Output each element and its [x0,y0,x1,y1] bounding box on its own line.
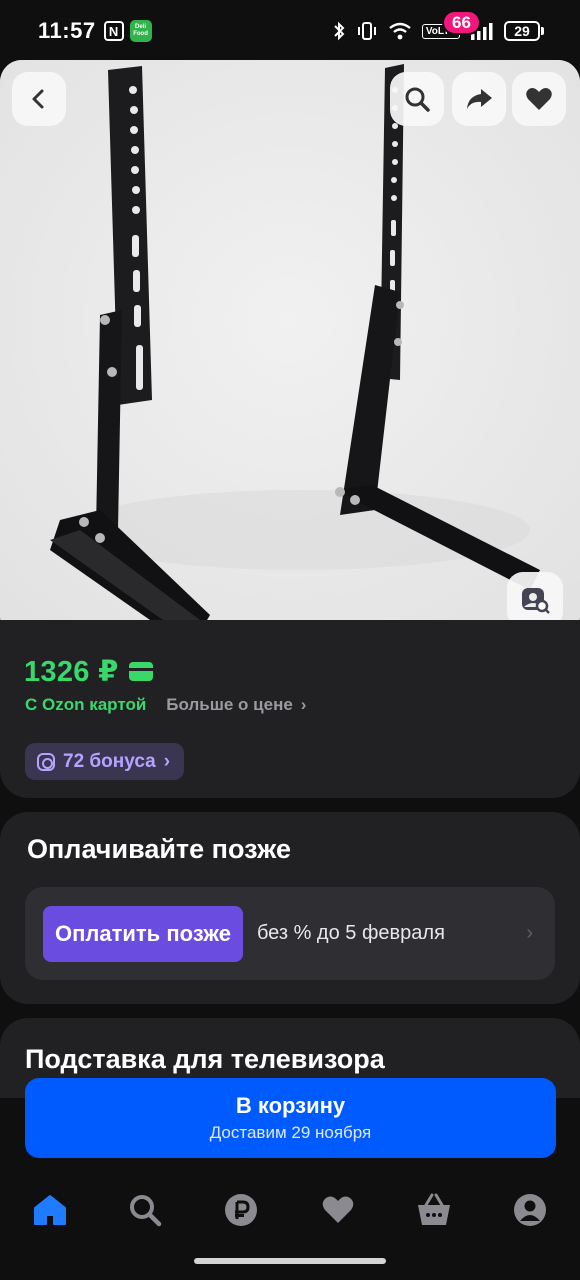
status-icons: VoLTE 29 [332,21,544,41]
battery-level: 29 [504,21,540,41]
chevron-right-icon: › [526,922,533,944]
ozon-card-icon [128,662,153,681]
cart-icon [418,1193,450,1225]
back-button[interactable] [12,72,66,126]
pay-later-row[interactable]: Оплатить позже без % до 5 февраля › [25,887,555,980]
nav-home[interactable] [26,1186,74,1234]
chevron-right-icon: › [300,695,307,714]
bluetooth-icon [334,21,345,41]
home-icon [34,1195,66,1225]
favorites-icon [322,1196,354,1223]
product-title: Подставка для телевизора [25,1044,385,1074]
chevron-right-icon: › [163,750,171,772]
price-value: 1326 ₽ [24,656,119,688]
profile-icon [514,1194,546,1226]
pay-later-section: Оплачивайте позже Оплатить позже без % д… [0,812,580,1004]
nfc-icon: N [103,21,124,41]
delivery-date: Доставим 29 ноября [209,1123,372,1142]
wifi-icon [389,22,411,40]
pay-later-button[interactable]: Оплатить позже [43,905,243,962]
status-time: 11:57 [38,18,96,43]
share-icon [467,89,492,109]
image-search-icon [522,588,550,614]
nav-search[interactable] [121,1186,169,1234]
product-image-gallery[interactable] [0,60,580,638]
payments-icon [225,1194,257,1226]
vibrate-icon [357,22,376,40]
add-to-cart-button[interactable]: В корзину Доставим 29 ноября [25,1078,556,1158]
nav-payments[interactable] [217,1186,265,1234]
nav-favorites[interactable] [314,1186,362,1234]
price-details[interactable]: С Ozon картой Больше о цене › [25,695,306,715]
share-button[interactable] [452,72,506,126]
more-about-price-link[interactable]: Больше о цене [166,695,293,715]
search-icon [405,87,430,112]
price-row: 1326 ₽ [24,654,153,689]
pay-later-title: Оплачивайте позже [27,834,291,864]
back-icon [32,89,44,109]
heart-icon [526,88,552,110]
bonus-icon [37,752,55,771]
price-section: 1326 ₽ С Ozon картой Больше о цене › 72 … [0,620,580,798]
nav-profile[interactable] [506,1186,554,1234]
favorite-button[interactable] [512,72,566,126]
status-bar: 11:57 N Deli Food VoLTE 29 [0,0,580,62]
home-indicator[interactable] [194,1258,386,1264]
search-icon [130,1195,162,1227]
pay-later-terms: без % до 5 февраля [256,922,445,944]
bonus-chip[interactable]: 72 бонуса › [25,743,185,780]
nav-cart[interactable] [410,1186,458,1234]
bonus-label: 72 бонуса [63,750,156,772]
ozon-card-label: С Ozon картой [25,695,147,714]
battery-icon: 29 [504,21,544,41]
add-to-cart-label: В корзину [235,1093,346,1118]
food-app-icon: Deli Food [129,20,152,42]
product-photo [0,60,580,638]
search-button[interactable] [390,72,444,126]
cart-count-badge: 66 [442,10,481,35]
